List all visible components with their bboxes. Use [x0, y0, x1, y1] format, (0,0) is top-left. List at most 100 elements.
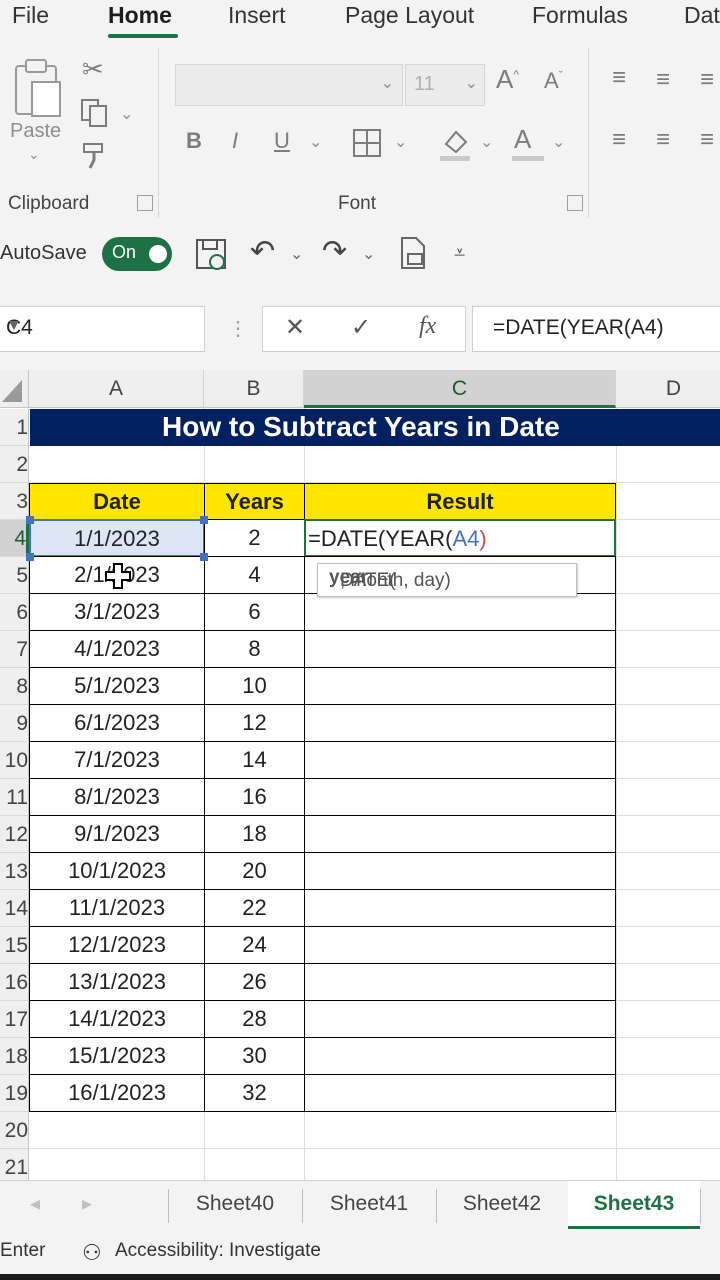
redo-icon[interactable]: ↷ [322, 234, 347, 269]
tab-file[interactable]: File [12, 2, 49, 29]
date-cell[interactable]: 14/1/2023 [29, 1000, 205, 1038]
accessibility-icon[interactable]: ⚇ [82, 1240, 102, 1266]
date-cell[interactable]: 6/1/2023 [29, 704, 205, 742]
row-header[interactable]: 15 [0, 927, 29, 964]
borders-icon[interactable] [352, 128, 382, 158]
result-cell[interactable] [304, 889, 616, 927]
align-center-icon[interactable]: ≡ [656, 126, 670, 154]
select-all-corner[interactable] [0, 370, 29, 408]
paste-label[interactable]: Paste [10, 120, 61, 143]
format-painter-icon[interactable] [80, 140, 110, 172]
row-header[interactable]: 2 [0, 446, 29, 483]
row-header[interactable]: 21 [0, 1149, 29, 1180]
copy-dropdown-icon[interactable]: ⌄ [120, 104, 133, 124]
result-cell-editing[interactable]: =DATE(YEAR(A4) [304, 519, 616, 557]
tab-page-layout[interactable]: Page Layout [345, 2, 474, 29]
undo-dropdown-icon[interactable]: ⌄ [290, 244, 303, 264]
sheet-tab-42[interactable]: Sheet42 [436, 1181, 568, 1229]
align-right-icon[interactable]: ≡ [700, 126, 714, 154]
result-cell[interactable] [304, 778, 616, 816]
years-cell[interactable]: 32 [204, 1074, 305, 1112]
paste-dropdown-icon[interactable]: ⌄ [28, 146, 40, 163]
result-cell[interactable] [304, 926, 616, 964]
accessibility-status[interactable]: Accessibility: Investigate [115, 1240, 321, 1262]
result-cell[interactable] [304, 1000, 616, 1038]
row-header[interactable]: 8 [0, 668, 29, 705]
row-header[interactable]: 3 [0, 483, 29, 520]
row-header[interactable]: 1 [0, 409, 29, 446]
cut-icon[interactable]: ✂ [82, 54, 104, 85]
row-header[interactable]: 13 [0, 853, 29, 890]
range-handle[interactable] [200, 516, 208, 524]
result-cell[interactable] [304, 593, 616, 631]
date-cell[interactable]: 10/1/2023 [29, 852, 205, 890]
sheet-tab-40[interactable]: Sheet40 [168, 1181, 302, 1229]
result-cell[interactable] [304, 741, 616, 779]
column-header-c[interactable]: C [304, 370, 616, 408]
years-cell[interactable]: 16 [204, 778, 305, 816]
clipboard-launcher-icon[interactable] [137, 195, 153, 211]
font-size-dropdown[interactable]: 11 ⌄ [405, 64, 485, 106]
result-cell[interactable] [304, 852, 616, 890]
years-cell[interactable]: 30 [204, 1037, 305, 1075]
title-banner[interactable]: How to Subtract Years in Date [30, 409, 720, 446]
date-cell[interactable]: 5/1/2023 [29, 667, 205, 705]
align-bottom-icon[interactable]: ≡ [700, 66, 714, 94]
date-cell[interactable]: 15/1/2023 [29, 1037, 205, 1075]
autosave-toggle[interactable]: On [102, 237, 172, 271]
result-cell[interactable] [304, 815, 616, 853]
underline-dropdown-icon[interactable]: ⌄ [309, 132, 322, 152]
years-cell[interactable]: 20 [204, 852, 305, 890]
tab-data[interactable]: Dat [684, 2, 720, 29]
row-header[interactable]: 14 [0, 890, 29, 927]
customize-qat-icon[interactable]: ⩡ [454, 242, 465, 265]
column-header-a[interactable]: A [29, 370, 204, 408]
font-color-icon[interactable]: A [514, 124, 531, 155]
header-cell-date[interactable]: Date [29, 483, 205, 520]
date-cell[interactable]: 11/1/2023 [29, 889, 205, 927]
years-cell[interactable]: 8 [204, 630, 305, 668]
range-handle[interactable] [26, 516, 34, 524]
years-cell[interactable]: 4 [204, 556, 305, 594]
row-header[interactable]: 9 [0, 705, 29, 742]
sheet-tab-43[interactable]: Sheet43 [568, 1181, 700, 1229]
font-launcher-icon[interactable] [567, 195, 583, 211]
name-box[interactable]: C4 ▼ [0, 306, 205, 352]
row-header[interactable]: 6 [0, 594, 29, 631]
sheet-tab-41[interactable]: Sheet41 [302, 1181, 436, 1229]
years-cell[interactable]: 22 [204, 889, 305, 927]
redo-dropdown-icon[interactable]: ⌄ [362, 244, 375, 264]
years-cell[interactable]: 2 [204, 519, 305, 557]
date-cell[interactable]: 3/1/2023 [29, 593, 205, 631]
row-header[interactable]: 20 [0, 1112, 29, 1149]
years-cell[interactable]: 14 [204, 741, 305, 779]
range-handle[interactable] [200, 553, 208, 561]
fill-color-icon[interactable] [438, 126, 472, 162]
row-header[interactable]: 5 [0, 557, 29, 594]
years-cell[interactable]: 6 [204, 593, 305, 631]
result-cell[interactable] [304, 1037, 616, 1075]
date-cell[interactable]: 16/1/2023 [29, 1074, 205, 1112]
row-header[interactable]: 18 [0, 1038, 29, 1075]
scroll-right-icon[interactable]: ▸ [82, 1191, 92, 1216]
row-header[interactable]: 10 [0, 742, 29, 779]
years-cell[interactable]: 10 [204, 667, 305, 705]
result-cell[interactable] [304, 630, 616, 668]
date-cell[interactable]: 9/1/2023 [29, 815, 205, 853]
fill-color-dropdown-icon[interactable]: ⌄ [480, 132, 493, 152]
formula-input[interactable]: =DATE(YEAR(A4) [472, 306, 720, 352]
italic-icon[interactable]: I [232, 128, 238, 154]
row-header[interactable]: 17 [0, 1001, 29, 1038]
result-cell[interactable] [304, 963, 616, 1001]
cancel-icon[interactable]: ✕ [285, 313, 305, 342]
result-cell[interactable] [304, 704, 616, 742]
years-cell[interactable]: 18 [204, 815, 305, 853]
date-cell[interactable]: 4/1/2023 [29, 630, 205, 668]
borders-dropdown-icon[interactable]: ⌄ [394, 132, 407, 152]
row-header[interactable]: 12 [0, 816, 29, 853]
column-header-b[interactable]: B [204, 370, 304, 408]
worksheet-grid[interactable]: A B C D 1 2 3 4 5 6 7 8 9 10 11 12 13 14 15 16 17 18 19 20 2… [0, 370, 720, 1180]
years-cell[interactable]: 24 [204, 926, 305, 964]
row-header[interactable]: 7 [0, 631, 29, 668]
increase-font-icon[interactable]: A^ [496, 64, 519, 95]
